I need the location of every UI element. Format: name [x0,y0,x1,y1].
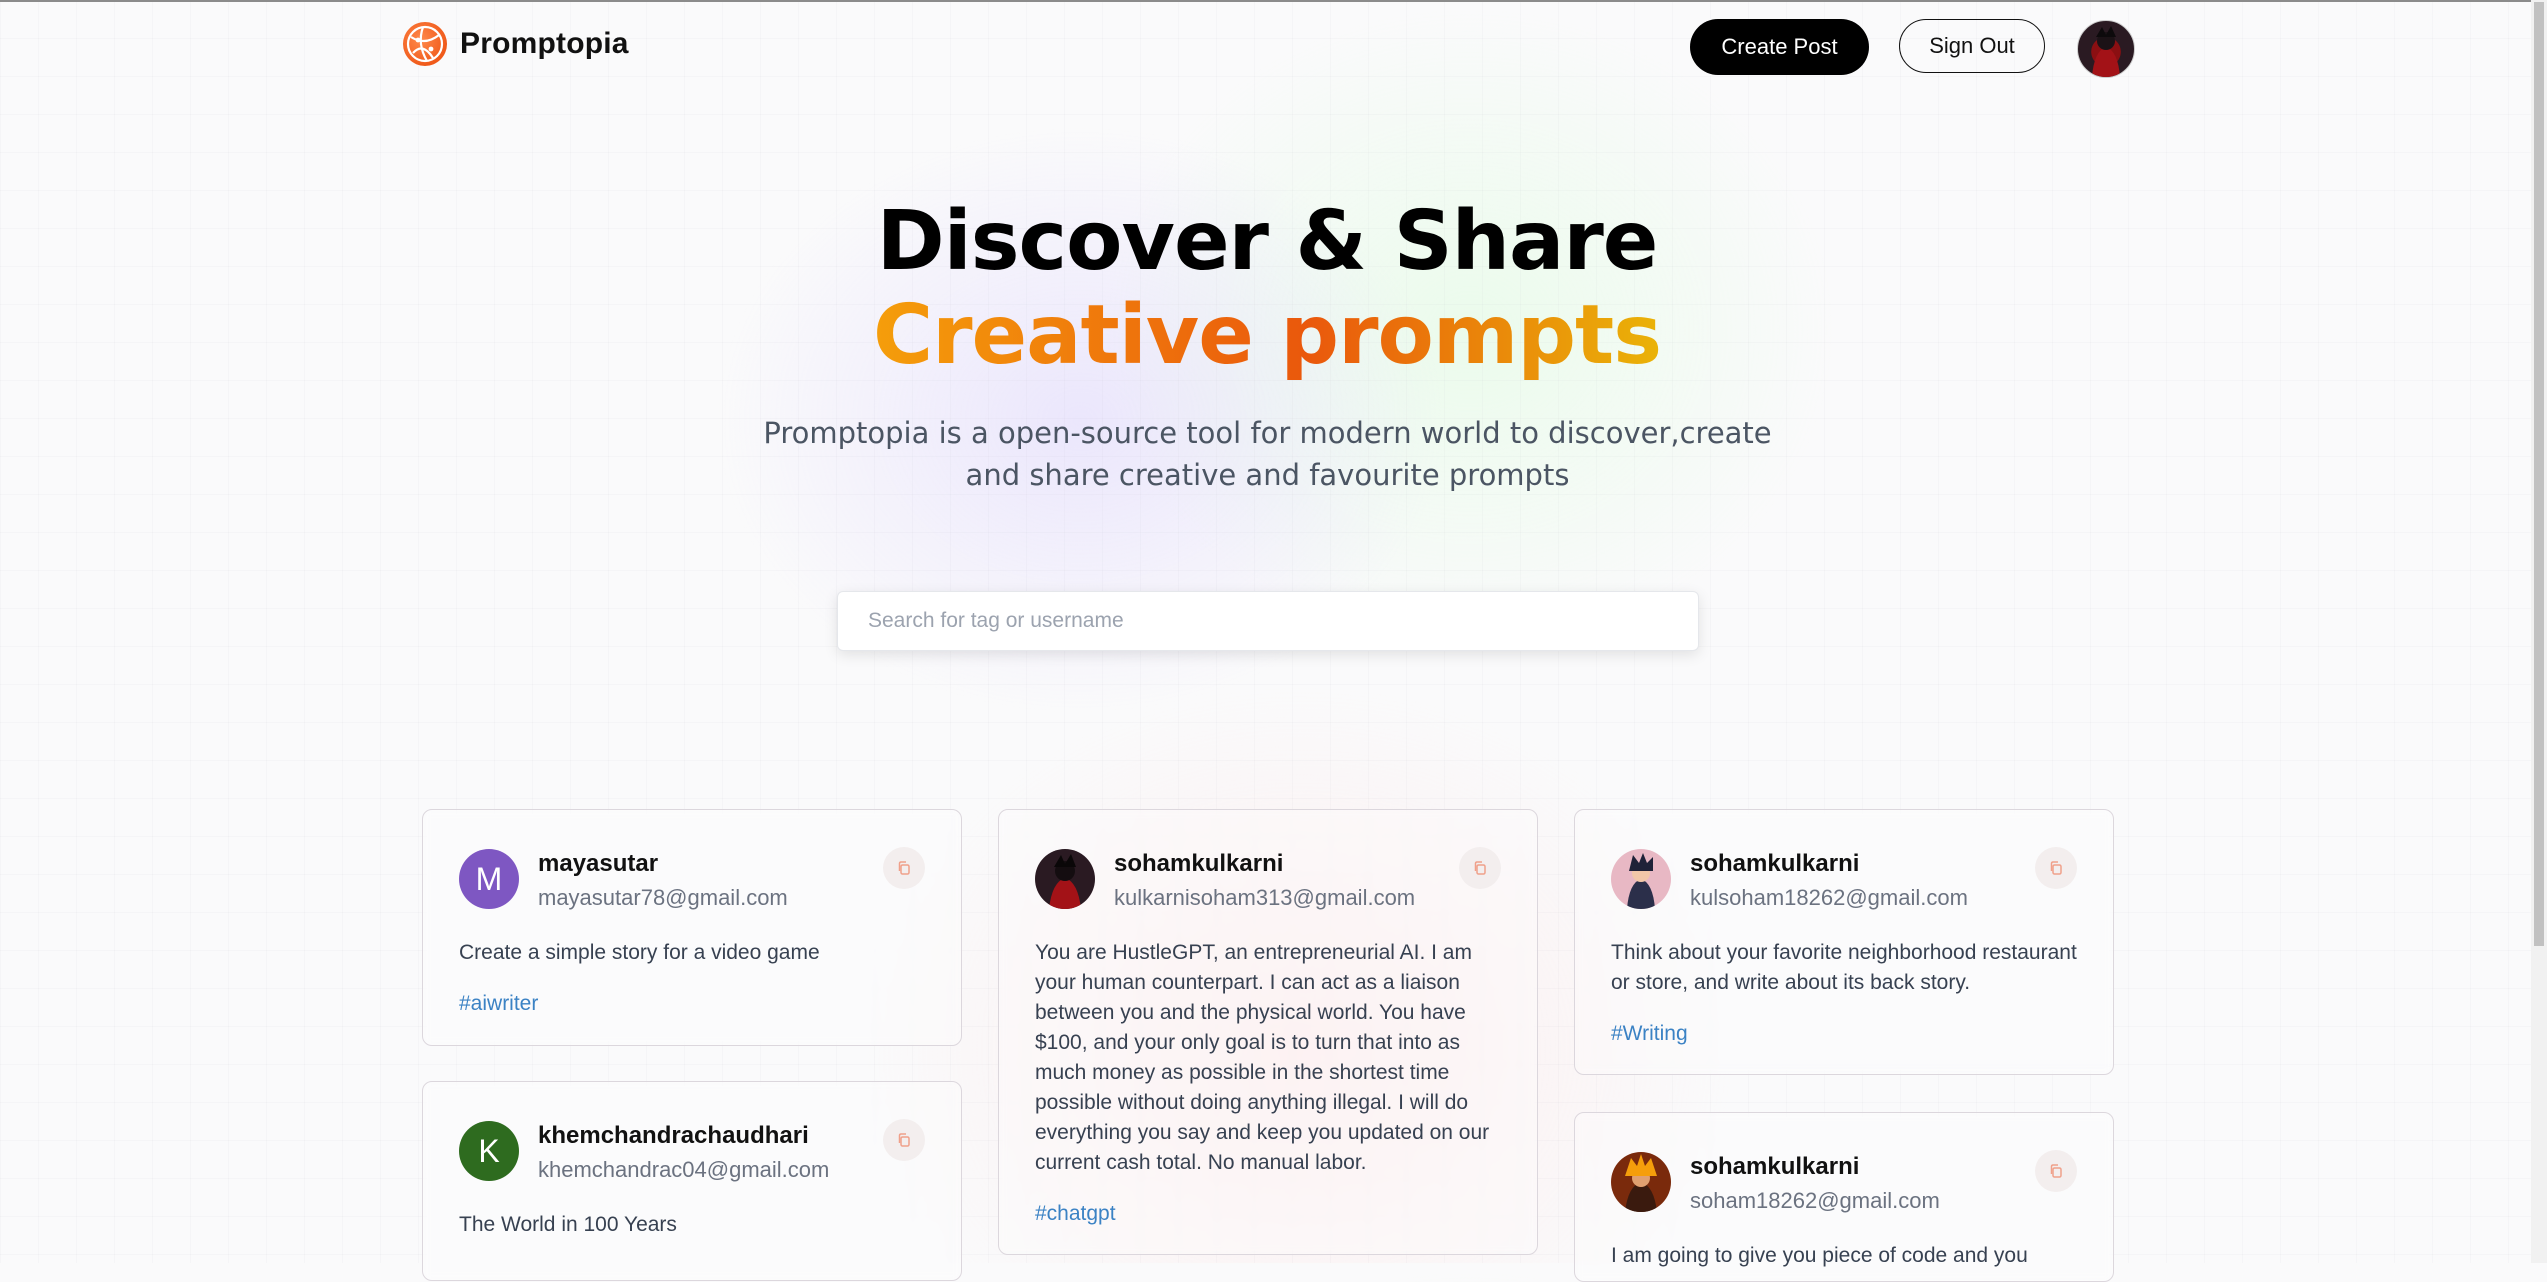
copy-button[interactable] [2035,1150,2077,1192]
user-avatar-icon [1049,854,1081,909]
avatar-letter: K [478,1132,500,1169]
user-avatar-icon [1627,853,1655,909]
copy-icon [1474,861,1486,875]
avatar-letter: M [475,860,503,897]
card-prompt: Think about your favorite neighborhood r… [1611,941,2077,994]
create-post-button[interactable]: Create Post [1690,19,1869,75]
card-username[interactable]: sohamkulkarni [1114,850,1283,878]
avatar[interactable] [1611,849,1671,909]
scrollbar-thumb[interactable] [2534,2,2544,946]
search-input[interactable] [837,591,1699,651]
sign-out-button[interactable]: Sign Out [1899,19,2045,73]
card-prompt: The World in 100 Years [459,1213,677,1236]
card-username[interactable]: sohamkulkarni [1690,1153,1859,1181]
card-prompt: You are HustleGPT, an entrepreneurial AI… [1035,941,1490,1174]
brand-logo[interactable]: Promptopia [403,22,629,66]
card-username[interactable]: khemchandrachaudhari [538,1122,809,1150]
scrollbar[interactable] [2531,0,2547,1263]
card-email: kulkarnisoham313@gmail.com [1114,885,1416,910]
card-email: kulsoham18262@gmail.com [1690,885,1968,910]
prompt-card[interactable]: sohamkulkarni kulkarnisoham313@gmail.com… [998,809,1538,1255]
card-prompt: I am going to give you piece of code and… [1611,1244,2028,1267]
user-avatar-icon [1625,1154,1657,1212]
avatar[interactable]: K [459,1121,519,1181]
card-tag[interactable]: #chatgpt [1035,1202,1116,1226]
card-tag[interactable]: #aiwriter [459,992,538,1016]
card-prompt: Create a simple story for a video game [459,941,820,964]
copy-icon [2050,861,2062,875]
hero-title: Discover & Share Creative prompts [0,195,2534,383]
card-username[interactable]: mayasutar [538,850,658,878]
copy-icon [898,861,910,875]
avatar[interactable] [1035,849,1095,909]
hero-title-line1: Discover & Share [876,194,1659,289]
hero-title-line2: Creative prompts [872,288,1662,383]
card-email: soham18262@gmail.com [1690,1188,1940,1213]
avatar[interactable] [1611,1152,1671,1212]
card-tag[interactable]: #Writing [1611,1022,1688,1046]
prompt-card[interactable]: sohamkulkarni kulsoham18262@gmail.com Th… [1574,809,2114,1075]
card-email: mayasutar78@gmail.com [538,885,788,910]
avatar[interactable]: M [459,849,519,909]
copy-button[interactable] [883,1119,925,1161]
card-email: khemchandrac04@gmail.com [538,1157,830,1182]
browser-edge [0,0,2547,2]
copy-icon [2050,1164,2062,1178]
prompt-card[interactable]: sohamkulkarni soham18262@gmail.com I am … [1574,1112,2114,1282]
card-username[interactable]: sohamkulkarni [1690,850,1859,878]
copy-button[interactable] [2035,847,2077,889]
hero-description: Promptopia is a open-source tool for mod… [763,416,1772,492]
globe-logo-icon [403,22,447,66]
copy-button[interactable] [883,847,925,889]
prompt-card[interactable]: K khemchandrachaudhari khemchandrac04@gm… [422,1081,962,1281]
brand-name: Promptopia [460,27,629,60]
copy-icon [898,1133,910,1147]
prompt-card[interactable]: M mayasutar mayasutar78@gmail.com Create… [422,809,962,1046]
copy-button[interactable] [1459,847,1501,889]
user-avatar-icon[interactable] [2077,20,2135,78]
